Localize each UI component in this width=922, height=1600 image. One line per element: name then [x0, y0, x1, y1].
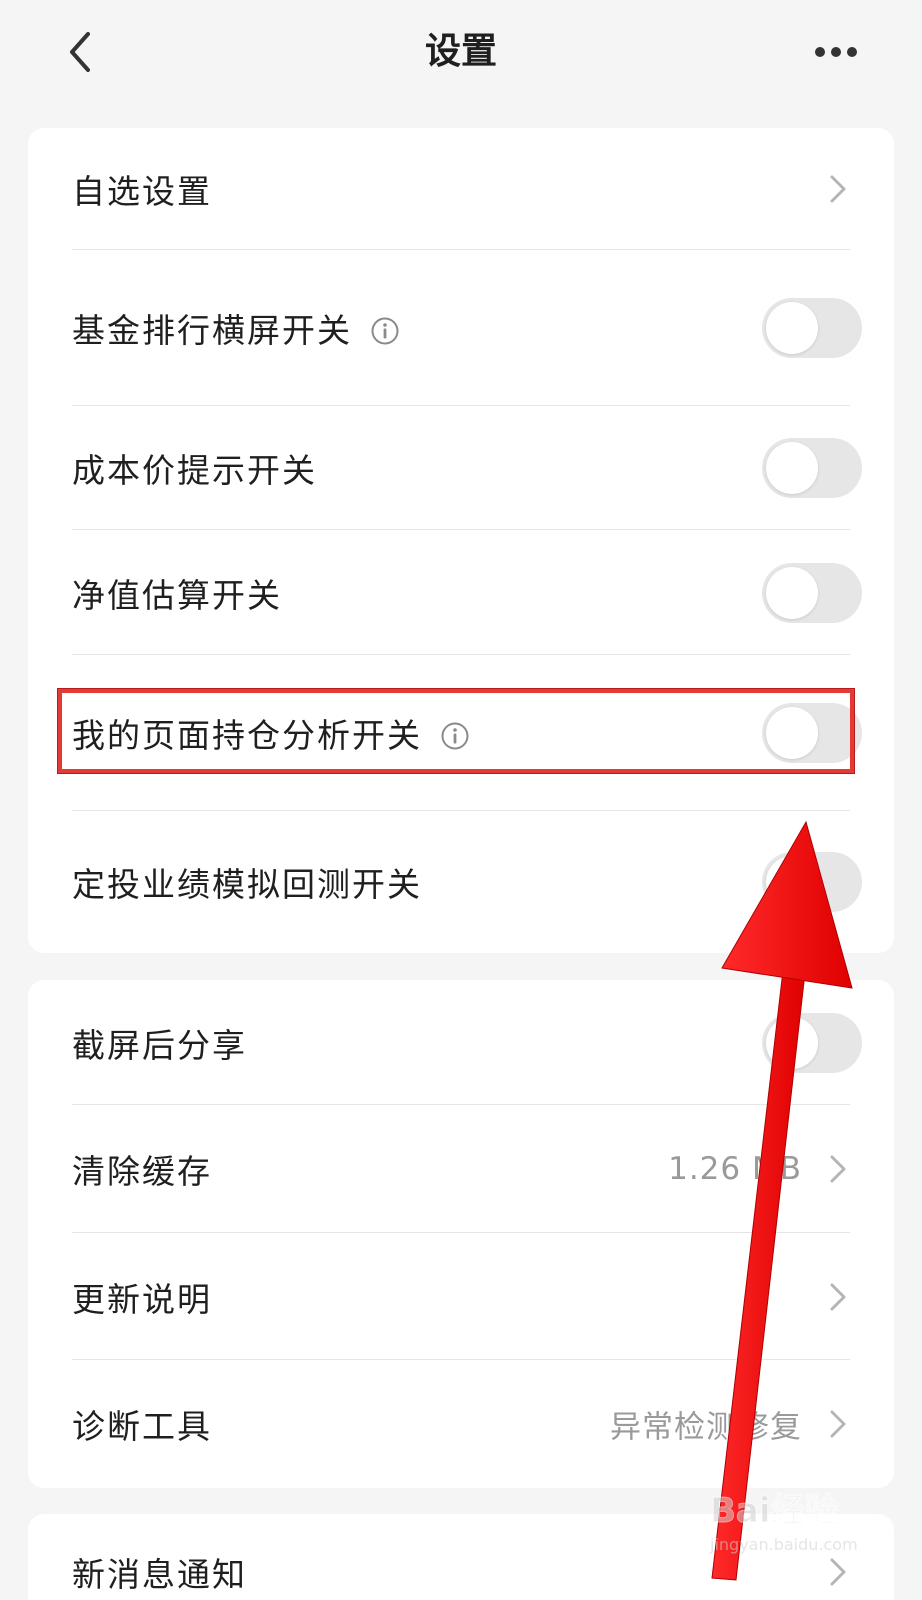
info-icon[interactable]: [370, 316, 400, 346]
diagnostic-value: 异常检测修复: [610, 1409, 802, 1446]
svg-text:Bai经验: Bai经验: [710, 1491, 839, 1531]
row-label: 更新说明: [72, 1279, 212, 1319]
row-label: 自选设置: [72, 172, 212, 211]
row-label: 基金排行横屏开关: [72, 311, 352, 350]
settings-group-1: 自选设置 基金排行横屏开关 成本价提示开关 净值估算开关 我的页面持仓分析开关 …: [28, 128, 894, 953]
chevron-right-icon: [830, 1410, 846, 1438]
nav-estimate-toggle[interactable]: [762, 562, 862, 623]
more-button[interactable]: [806, 22, 866, 82]
row-sip-backtest: 定投业绩模拟回测开关: [28, 811, 894, 953]
row-clear-cache[interactable]: 清除缓存 1.26 MB: [28, 1105, 894, 1233]
cache-size-value: 1.26 MB: [668, 1151, 802, 1187]
row-label: 净值估算开关: [72, 575, 282, 615]
nav-bar: 设置: [0, 0, 922, 110]
toggle-knob: [766, 856, 818, 908]
toggle-knob: [766, 442, 818, 494]
row-label: 新消息通知: [72, 1555, 247, 1594]
row-release-notes[interactable]: 更新说明: [28, 1233, 894, 1360]
toggle-knob: [766, 302, 818, 354]
toggle-knob: [766, 566, 818, 619]
chevron-right-icon: [830, 1283, 846, 1310]
page-title: 设置: [424, 31, 497, 72]
row-fund-ranking-landscape: 基金排行横屏开关: [28, 250, 894, 406]
row-screenshot-share: 截屏后分享: [28, 980, 894, 1105]
row-label: 截屏后分享: [72, 1025, 247, 1065]
settings-page: 设置 自选设置 基金排行横屏开关 成本价提示开关 净值估算开关 我的页面持仓分析…: [0, 0, 922, 1600]
fund-ranking-landscape-toggle[interactable]: [762, 298, 862, 358]
row-label: 诊断工具: [72, 1407, 212, 1446]
row-label: 定投业绩模拟回测开关: [72, 865, 422, 904]
settings-group-2: 截屏后分享 清除缓存 1.26 MB 更新说明 诊断工具 异常检测修复: [28, 980, 894, 1488]
baidu-jingyan-watermark: Bai经验 jingyan.baidu.com: [709, 1491, 858, 1555]
row-diagnostic-tools[interactable]: 诊断工具 异常检测修复: [28, 1360, 894, 1488]
row-cost-price-hint: 成本价提示开关: [28, 406, 894, 530]
more-horizontal-icon: [815, 47, 857, 57]
chevron-right-icon: [830, 1155, 846, 1183]
row-nav-estimate: 净值估算开关: [28, 530, 894, 655]
screenshot-share-toggle[interactable]: [762, 1012, 862, 1073]
row-label-wrap: 基金排行横屏开关: [72, 304, 400, 352]
chevron-right-icon: [830, 175, 846, 203]
row-watchlist-settings[interactable]: 自选设置: [28, 128, 894, 250]
highlight-box: [57, 688, 855, 774]
row-label: 成本价提示开关: [72, 451, 317, 490]
sip-backtest-toggle[interactable]: [762, 852, 862, 912]
cost-price-hint-toggle[interactable]: [762, 438, 862, 498]
toggle-knob: [766, 1016, 818, 1069]
row-label: 清除缓存: [72, 1152, 212, 1191]
svg-text:jingyan.baidu.com: jingyan.baidu.com: [709, 1535, 858, 1554]
